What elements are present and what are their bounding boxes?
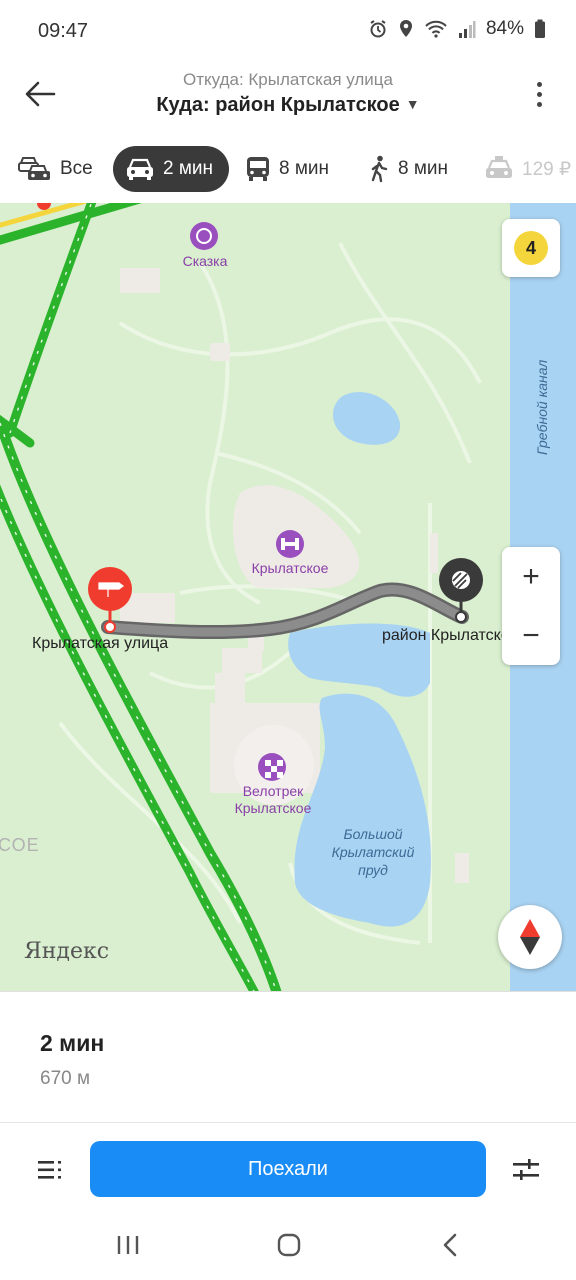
route-list-button[interactable]: [28, 1148, 72, 1192]
signal-icon: [458, 19, 476, 39]
battery-icon: [534, 19, 546, 39]
water-label-pond: Большой Крылатский пруд: [318, 825, 428, 879]
walk-icon: [371, 155, 388, 183]
taxi-icon: [486, 156, 512, 178]
route-start-label: Крылатская улица: [32, 635, 169, 652]
map-canvas: [0, 203, 576, 991]
bus-icon: [247, 157, 269, 181]
water-label-pond-line3: пруд: [358, 862, 388, 878]
more-menu-button[interactable]: [524, 74, 554, 114]
water-label-canal: Гребной канал: [534, 359, 550, 455]
water-label-pond-line2: Крылатский: [331, 844, 415, 860]
route-end-label: район Крылатское: [382, 627, 510, 644]
traffic-button[interactable]: 4: [502, 219, 560, 277]
water-label-pond-line1: Большой: [343, 826, 403, 842]
more-vertical-icon: [536, 81, 542, 87]
alarm-icon: [368, 19, 388, 39]
mode-tab-car[interactable]: 2 мин: [113, 146, 230, 192]
mode-tab-bus[interactable]: 8 мин: [245, 146, 329, 192]
poi-label-velotrek[interactable]: Велотрек Крылатское: [218, 783, 328, 817]
zoom-in-button[interactable]: +: [502, 547, 560, 606]
mode-tab-taxi[interactable]: 129 ₽: [484, 146, 571, 192]
status-time: 09:47: [38, 20, 89, 42]
home-icon: [277, 1233, 301, 1257]
route-from[interactable]: Откуда: Крылатская улица: [0, 70, 576, 90]
status-bar: 09:47 84%: [0, 0, 576, 64]
mode-tab-bus-label: 8 мин: [279, 158, 330, 179]
chevron-left-icon: [443, 1233, 457, 1257]
list-icon: [38, 1161, 61, 1179]
compass-icon: [520, 919, 540, 955]
mode-tab-all[interactable]: Все: [18, 146, 93, 192]
yandex-watermark: Яндекс: [24, 939, 110, 964]
battery-percent: 84%: [485, 18, 524, 39]
route-header: Откуда: Крылатская улица Куда: район Кры…: [0, 64, 576, 134]
poi-label-velotrek-line1: Велотрек: [242, 783, 304, 799]
mode-tab-walk-label: 8 мин: [398, 158, 449, 179]
go-button[interactable]: Поехали: [90, 1141, 486, 1197]
compass-button[interactable]: [498, 905, 562, 969]
poi-label-skazka[interactable]: Сказка: [172, 253, 238, 270]
zoom-out-button[interactable]: −: [502, 606, 560, 665]
route-to[interactable]: Куда: район Крылатское ▼: [0, 94, 576, 117]
traffic-level: 4: [514, 231, 548, 265]
mode-tab-taxi-label: 129 ₽: [522, 158, 572, 180]
dropdown-caret-icon: ▼: [405, 96, 420, 112]
mode-tab-walk[interactable]: 8 мин: [368, 146, 448, 192]
home-button[interactable]: [269, 1228, 309, 1262]
status-icons: 84%: [368, 18, 546, 40]
route-time: 2 мин: [40, 1030, 105, 1056]
zoom-control: + −: [502, 547, 560, 665]
recent-apps-button[interactable]: [108, 1228, 148, 1262]
car-icon: [127, 158, 153, 180]
mode-tab-car-label: 2 мин: [163, 158, 214, 179]
divider: [0, 1122, 576, 1123]
recent-apps-icon: [117, 1236, 139, 1254]
route-to-label: Куда: район Крылатское: [156, 94, 400, 116]
poi-label-velotrek-line2: Крылатское: [234, 800, 312, 816]
route-settings-button[interactable]: [504, 1148, 548, 1192]
location-icon: [398, 19, 414, 39]
map-view[interactable]: Сказка Крылатское Велотрек Крылатское Бо…: [0, 203, 576, 991]
system-back-button[interactable]: [430, 1228, 470, 1262]
wifi-icon: [424, 19, 448, 39]
car-multi-icon: [18, 157, 50, 180]
transport-mode-tabs: Все 2 мин 8 мин 8 мин 129 ₽: [0, 140, 576, 202]
mode-tab-all-label: Все: [60, 158, 93, 179]
system-nav-bar: [0, 1210, 576, 1280]
sliders-icon: [513, 1159, 539, 1180]
poi-label-krylatskoe[interactable]: Крылатское: [240, 560, 340, 577]
route-distance: 670 м: [40, 1068, 91, 1089]
map-edge-label: СОЕ: [0, 835, 40, 855]
